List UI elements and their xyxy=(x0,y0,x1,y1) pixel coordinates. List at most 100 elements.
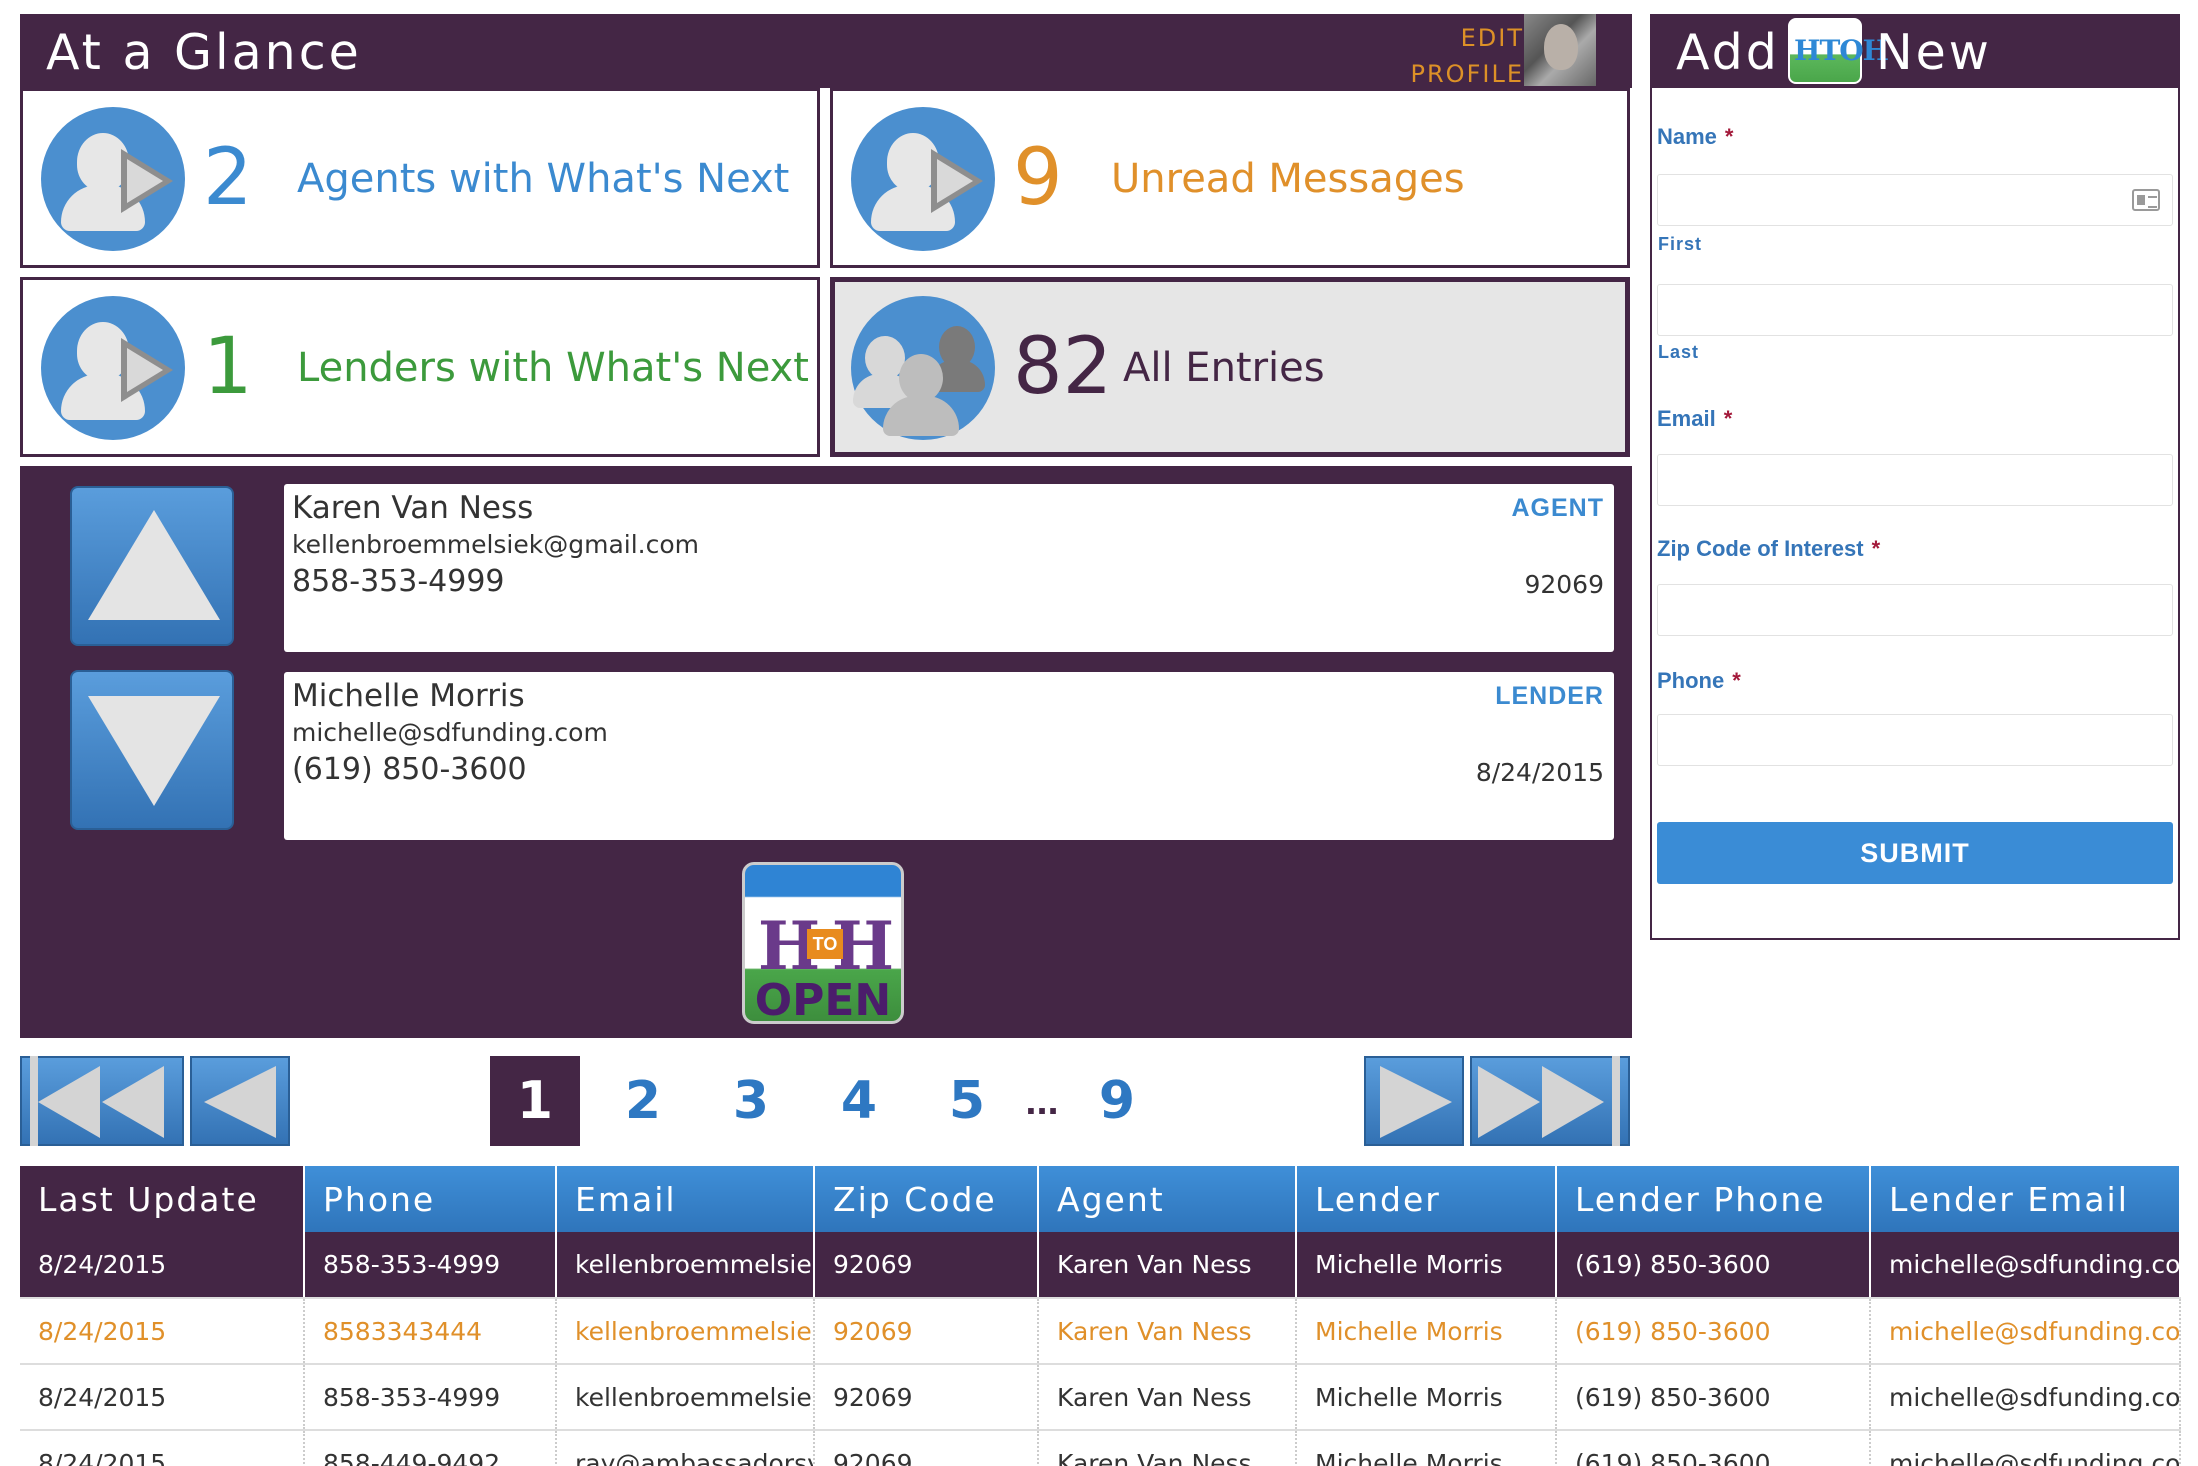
htoh-open-logo: H H TO OPEN xyxy=(742,862,904,1026)
entry-card[interactable]: Karen Van Ness kellenbroemmelsiek@gmail.… xyxy=(284,484,1614,652)
table-cell: Michelle Morris xyxy=(1296,1298,1557,1365)
name-label: Name * xyxy=(1657,124,1734,149)
logo-open: OPEN xyxy=(754,975,892,1026)
column-header-lender-email[interactable]: Lender Email xyxy=(1870,1166,2181,1232)
column-header-last-update[interactable]: Last Update xyxy=(20,1166,305,1232)
tile-unread-messages[interactable]: 9 Unread Messages xyxy=(830,88,1630,268)
table-row[interactable]: 8/24/2015 858-449-9492 ray@ambassadorsys… xyxy=(20,1430,2181,1466)
page-ellipsis: ... xyxy=(1025,1079,1059,1123)
prev-page-button[interactable] xyxy=(190,1056,290,1146)
scroll-down-button[interactable] xyxy=(70,670,234,830)
column-header-lender-phone[interactable]: Lender Phone xyxy=(1556,1166,1871,1232)
entries-table: Last Update Phone Email Zip Code Agent L… xyxy=(20,1166,2181,1466)
table-cell: 92069 xyxy=(814,1298,1039,1365)
phone-label: Phone * xyxy=(1657,668,1741,693)
add-new-form: Name * First Last Email * Zip Code of Inte… xyxy=(1650,88,2180,940)
entry-role-badge: AGENT xyxy=(1511,494,1604,522)
user-play-icon xyxy=(41,296,185,440)
tile-label: Agents with What's Next xyxy=(297,156,790,202)
table-cell: 858-353-4999 xyxy=(304,1232,557,1299)
tile-count: 1 xyxy=(203,322,253,412)
last-name-input[interactable] xyxy=(1657,284,2173,336)
first-sub-label: First xyxy=(1658,234,1703,254)
entry-card[interactable]: Michelle Morris michelle@sdfunding.com (… xyxy=(284,672,1614,840)
table-cell: (619) 850-3600 xyxy=(1556,1430,1871,1466)
scroll-up-button[interactable] xyxy=(70,486,234,646)
next-page-button[interactable] xyxy=(1364,1056,1464,1146)
entry-email: kellenbroemmelsiek@gmail.com xyxy=(292,530,699,559)
zip-code-field[interactable] xyxy=(1657,584,2173,636)
page-2[interactable]: 2 xyxy=(598,1056,688,1146)
last-page-button[interactable] xyxy=(1470,1056,1630,1146)
tile-agents-whats-next[interactable]: 2 Agents with What's Next xyxy=(20,88,820,268)
table-cell: 8/24/2015 xyxy=(20,1430,305,1466)
table-cell: 858-353-4999 xyxy=(304,1364,557,1431)
table-cell: michelle@sdfunding.com xyxy=(1870,1232,2181,1299)
arrow-down-icon xyxy=(88,696,220,806)
avatar[interactable] xyxy=(1524,14,1596,86)
table-row[interactable]: 8/24/2015 8583343444 kellenbroemmelsiek … xyxy=(20,1298,2181,1365)
entry-date: 8/24/2015 xyxy=(1475,758,1604,787)
table-cell: michelle@sdfunding.com xyxy=(1870,1430,2181,1466)
user-play-icon xyxy=(41,107,185,251)
first-page-button[interactable] xyxy=(20,1056,184,1146)
table-cell: Michelle Morris xyxy=(1296,1430,1557,1466)
htoh-logo-icon: HTOH xyxy=(1788,18,1889,84)
column-header-agent[interactable]: Agent xyxy=(1038,1166,1297,1232)
table-cell: 858-449-9492 xyxy=(304,1430,557,1466)
logo-to: TO xyxy=(807,929,843,959)
column-header-email[interactable]: Email xyxy=(556,1166,815,1232)
table-cell: ray@ambassadorsys xyxy=(556,1430,815,1466)
add-title-start: Add xyxy=(1676,24,1780,81)
email-field[interactable] xyxy=(1657,454,2173,506)
table-cell: (619) 850-3600 xyxy=(1556,1232,1871,1299)
glance-header: At a Glance EDIT PROFILE xyxy=(20,14,1632,88)
page-4[interactable]: 4 xyxy=(814,1056,904,1146)
zip-label: Zip Code of Interest * xyxy=(1657,536,1881,561)
column-header-zip[interactable]: Zip Code xyxy=(814,1166,1039,1232)
entry-phone: 858-353-4999 xyxy=(292,564,505,599)
phone-field[interactable] xyxy=(1657,714,2173,766)
table-cell: Karen Van Ness xyxy=(1038,1298,1297,1365)
entry-zip: 92069 xyxy=(1524,570,1604,599)
page-9[interactable]: 9 xyxy=(1072,1056,1162,1146)
table-cell: kellenbroemmelsiek xyxy=(556,1298,815,1365)
tile-count: 2 xyxy=(203,133,253,223)
arrow-up-icon xyxy=(88,510,220,620)
table-cell: Michelle Morris xyxy=(1296,1364,1557,1431)
table-cell: (619) 850-3600 xyxy=(1556,1298,1871,1365)
table-cell: Karen Van Ness xyxy=(1038,1232,1297,1299)
table-row[interactable]: 8/24/2015 858-353-4999 kellenbroemmelsie… xyxy=(20,1364,2181,1431)
submit-button[interactable]: SUBMIT xyxy=(1657,822,2173,884)
page-3[interactable]: 3 xyxy=(706,1056,796,1146)
entry-name: Karen Van Ness xyxy=(292,490,534,526)
mini-logo-text: HTOH xyxy=(1794,34,1889,67)
column-header-phone[interactable]: Phone xyxy=(304,1166,557,1232)
contact-card-icon[interactable] xyxy=(2132,189,2160,211)
user-play-icon xyxy=(851,107,995,251)
page-5[interactable]: 5 xyxy=(922,1056,1012,1146)
entry-email: michelle@sdfunding.com xyxy=(292,718,608,747)
tile-label: Lenders with What's Next xyxy=(297,345,809,391)
page-1[interactable]: 1 xyxy=(490,1056,580,1146)
table-cell: 92069 xyxy=(814,1364,1039,1431)
add-new-header: Add HTOH New xyxy=(1650,14,2180,88)
edit-label[interactable]: EDIT xyxy=(1411,20,1524,56)
profile-label[interactable]: PROFILE xyxy=(1411,56,1524,92)
edit-profile-link[interactable]: EDIT PROFILE xyxy=(1411,20,1524,92)
table-row[interactable]: 8/24/2015 858-353-4999 kellenbroemmelsie… xyxy=(20,1232,2181,1299)
table-cell: michelle@sdfunding.com xyxy=(1870,1298,2181,1365)
table-cell: Karen Van Ness xyxy=(1038,1430,1297,1466)
table-cell: kellenbroemmelsiek xyxy=(556,1364,815,1431)
table-cell: (619) 850-3600 xyxy=(1556,1364,1871,1431)
entry-name: Michelle Morris xyxy=(292,678,525,714)
tile-lenders-whats-next[interactable]: 1 Lenders with What's Next xyxy=(20,277,820,457)
column-header-lender[interactable]: Lender xyxy=(1296,1166,1557,1232)
tile-count: 9 xyxy=(1013,133,1063,223)
tile-all-entries[interactable]: 82 All Entries xyxy=(830,277,1630,457)
table-cell: 8/24/2015 xyxy=(20,1232,305,1299)
tile-count: 82 xyxy=(1013,322,1113,412)
first-name-input[interactable] xyxy=(1657,174,2173,226)
table-cell: 8/24/2015 xyxy=(20,1298,305,1365)
table-cell: 92069 xyxy=(814,1430,1039,1466)
